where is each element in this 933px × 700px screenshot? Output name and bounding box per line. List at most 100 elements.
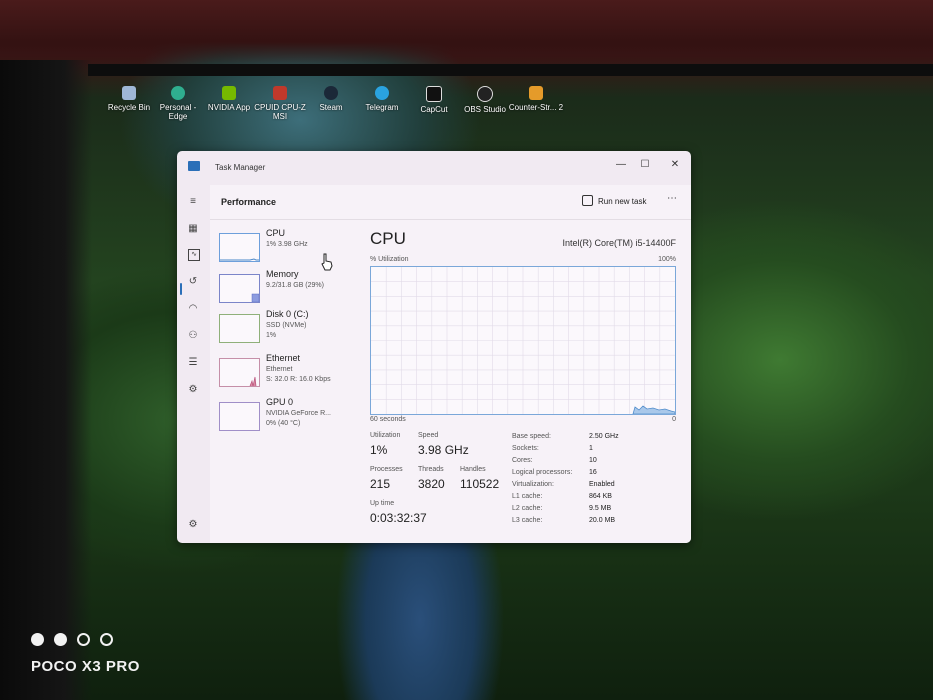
desktop-icon-cs2[interactable]: Counter-Str... 2 xyxy=(508,86,564,112)
graph-grid xyxy=(371,267,675,414)
processes-value: 215 xyxy=(370,477,391,491)
desktop-icon-obs[interactable]: OBS Studio xyxy=(457,86,513,114)
uptime-label: Up time xyxy=(370,500,395,507)
resource-name: GPU 0 xyxy=(266,397,294,407)
ethernet-thumbnail-graph xyxy=(219,358,260,387)
desktop-icon-steam[interactable]: Steam xyxy=(303,86,359,112)
monitor-top-bezel xyxy=(88,64,933,76)
cpu-heading: CPU xyxy=(370,229,406,248)
nav-rail: ≡ ▦ ∿ ↺ ◠ ⚇ ☰ ⚙ ⚙ xyxy=(177,185,210,543)
desktop-icon-label: Counter-Str... 2 xyxy=(508,103,564,112)
camera-watermark: POCO X3 PRO xyxy=(31,658,140,675)
window-title: Task Manager xyxy=(215,163,266,172)
resource-detail: SSD (NVMe) xyxy=(266,322,307,329)
content-header: Performance Run new task ⋯ xyxy=(210,185,691,220)
cpu-thumbnail-graph xyxy=(219,233,260,262)
resource-detail: 9.2/31.8 GB (29%) xyxy=(266,282,324,289)
cpu-usage-area xyxy=(632,405,676,415)
utilization-axis-label: % Utilization xyxy=(370,256,409,263)
spec-key: Cores: xyxy=(512,457,533,464)
utilization-label: Utilization xyxy=(370,432,401,439)
desktop-icon-telegram[interactable]: Telegram xyxy=(354,86,410,112)
desktop-icon-label: CapCut xyxy=(420,105,448,114)
speed-value: 3.98 GHz xyxy=(418,443,469,457)
close-button[interactable]: ✕ xyxy=(661,155,689,175)
processes-icon[interactable]: ▦ xyxy=(186,222,200,236)
desktop-icon-nvidia[interactable]: NVIDIA App xyxy=(201,86,257,112)
spec-key: Logical processors: xyxy=(512,469,573,476)
nvidia-icon xyxy=(222,86,236,100)
task-manager-icon xyxy=(188,161,200,171)
resource-detail-2: 0% (40 °C) xyxy=(266,420,301,427)
threads-value: 3820 xyxy=(418,477,445,491)
cpu-utilization-graph xyxy=(370,266,676,415)
handles-label: Handles xyxy=(460,466,486,473)
disk-thumbnail-graph xyxy=(219,314,260,343)
resource-name: CPU xyxy=(266,228,286,238)
hamburger-icon[interactable]: ≡ xyxy=(186,195,200,209)
utilization-value: 1% xyxy=(370,443,388,457)
run-new-task-label: Run new task xyxy=(598,197,647,206)
capcut-icon xyxy=(426,86,442,102)
memory-thumbnail-graph xyxy=(219,274,260,303)
spec-key: Virtualization: xyxy=(512,481,554,488)
users-icon[interactable]: ⚇ xyxy=(186,329,200,343)
spec-key: Sockets: xyxy=(512,445,539,452)
spec-key: L1 cache: xyxy=(512,493,543,500)
resource-detail: 1% 3.98 GHz xyxy=(266,241,308,248)
resource-name: Memory xyxy=(266,269,299,279)
title-bar[interactable]: Task Manager — ☐ ✕ xyxy=(177,151,691,185)
cpu-graph-svg xyxy=(371,267,676,415)
spec-key: L2 cache: xyxy=(512,505,543,512)
edge-icon xyxy=(171,86,185,100)
desktop-icon-label: Personal - Edge xyxy=(159,103,197,121)
desktop-icon-edge[interactable]: Personal - Edge xyxy=(150,86,206,121)
services-icon[interactable]: ⚙ xyxy=(186,383,200,397)
startup-icon[interactable]: ◠ xyxy=(186,302,200,316)
spec-value: 16 xyxy=(589,469,597,476)
spec-value: 20.0 MB xyxy=(589,517,616,524)
telegram-icon xyxy=(375,86,389,100)
watermark-dot xyxy=(31,633,44,646)
performance-icon[interactable]: ∿ xyxy=(188,249,200,261)
desktop-icon-recycle-bin[interactable]: Recycle Bin xyxy=(101,86,157,112)
spec-key: Base speed: xyxy=(512,433,551,440)
desktop-icon-label: Telegram xyxy=(365,103,399,112)
threads-label: Threads xyxy=(418,466,444,473)
more-options-button[interactable]: ⋯ xyxy=(667,193,678,204)
resource-detail: NVIDIA GeForce R... xyxy=(266,410,331,417)
speed-label: Speed xyxy=(418,432,439,439)
max-axis-label: 100% xyxy=(658,256,676,263)
obs-icon xyxy=(477,86,493,102)
time-axis-label: 60 seconds xyxy=(370,416,406,423)
desktop-icon-cpuz[interactable]: CPUID CPU-Z MSI xyxy=(252,86,308,121)
resource-item-disk[interactable]: Disk 0 (C:) SSD (NVMe) 1% xyxy=(219,309,351,347)
content-pane: Performance Run new task ⋯ CPU 1% 3.98 G… xyxy=(210,185,691,543)
recycle-bin-icon xyxy=(122,86,136,100)
resource-item-ethernet[interactable]: Ethernet Ethernet S: 32.0 R: 16.0 Kbps xyxy=(219,353,351,391)
gpu-thumbnail-graph xyxy=(219,402,260,431)
cpu-detail-panel: CPU Intel(R) Core(TM) i5-14400F % Utiliz… xyxy=(360,220,691,543)
resource-item-memory[interactable]: Memory 9.2/31.8 GB (29%) xyxy=(219,269,351,307)
desktop-icon-label: NVIDIA App xyxy=(207,103,251,112)
spec-value: 2.50 GHz xyxy=(589,433,619,440)
maximize-button[interactable]: ☐ xyxy=(631,155,659,175)
desktop-icon-capcut[interactable]: CapCut xyxy=(406,86,462,114)
watermark-dot xyxy=(100,633,113,646)
handles-value: 110522 xyxy=(460,477,500,491)
details-icon[interactable]: ☰ xyxy=(186,356,200,370)
cpu-thumb-line xyxy=(220,258,259,261)
app-history-icon[interactable]: ↺ xyxy=(186,275,200,289)
desktop-icon-label: Recycle Bin xyxy=(107,103,151,112)
desktop-icon-label: CPUID CPU-Z MSI xyxy=(254,103,306,121)
page-title: Performance xyxy=(221,197,277,207)
steam-icon xyxy=(324,86,338,100)
cs2-icon xyxy=(529,86,543,100)
run-new-task-button[interactable]: Run new task xyxy=(582,195,646,206)
hand-cursor-icon xyxy=(321,253,333,271)
settings-icon[interactable]: ⚙ xyxy=(186,518,200,532)
uptime-value: 0:03:32:37 xyxy=(370,511,427,525)
watermark-dot xyxy=(77,633,90,646)
resource-item-gpu[interactable]: GPU 0 NVIDIA GeForce R... 0% (40 °C) xyxy=(219,397,351,435)
ethernet-thumb-spikes xyxy=(249,376,257,387)
